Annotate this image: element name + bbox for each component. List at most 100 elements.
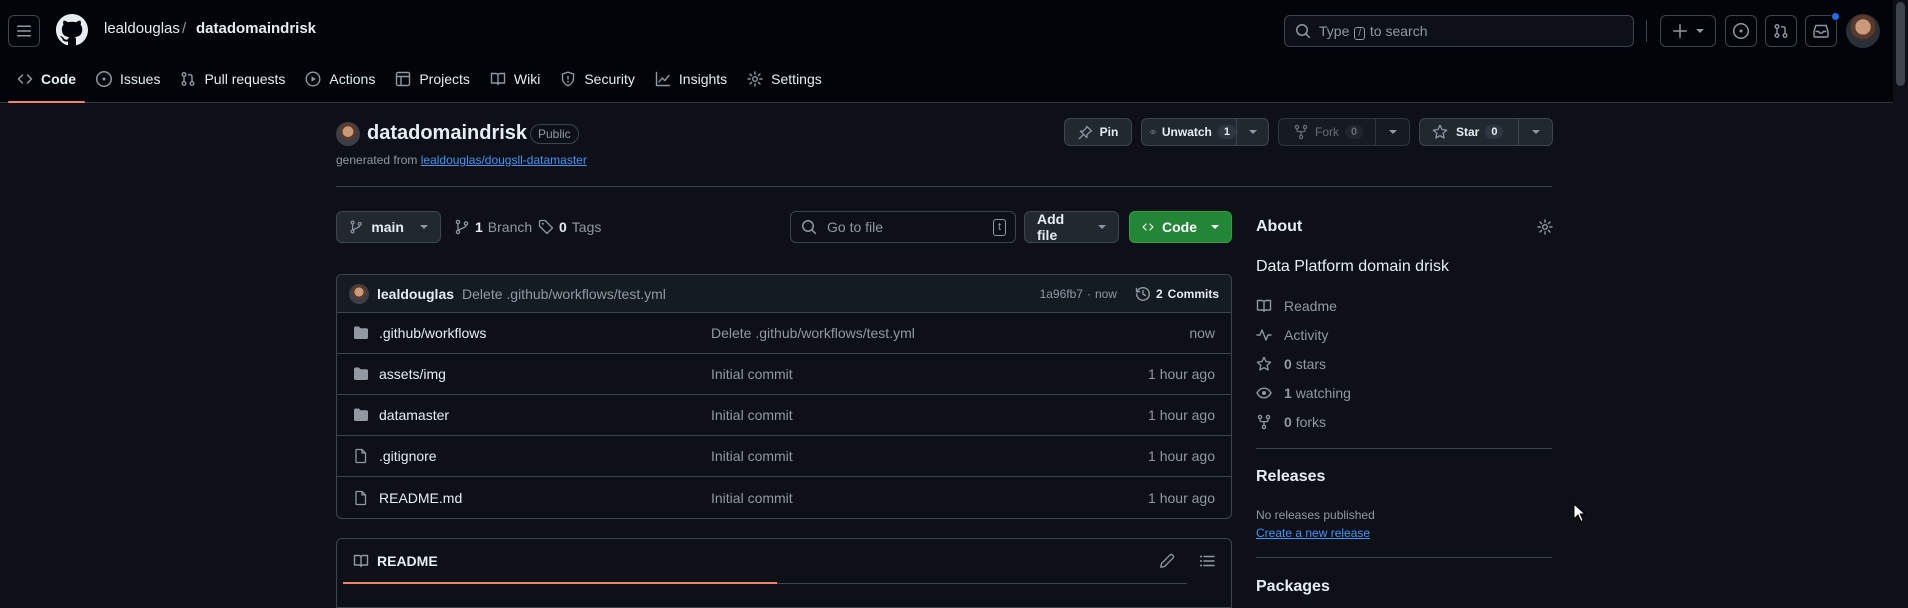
readme-tab[interactable]: README xyxy=(343,539,777,584)
stars-count: 0 xyxy=(1284,356,1292,372)
star-dropdown[interactable] xyxy=(1518,119,1552,145)
code-button[interactable]: Code xyxy=(1129,211,1232,243)
pull-request-icon xyxy=(1774,24,1788,38)
watch-dropdown[interactable] xyxy=(1236,119,1268,145)
star-button[interactable]: Star 0 xyxy=(1419,118,1553,146)
about-watching-link[interactable]: 1 watching xyxy=(1256,385,1351,401)
user-avatar[interactable] xyxy=(1846,14,1880,48)
about-settings-button[interactable] xyxy=(1537,219,1553,235)
folder-icon xyxy=(354,367,368,380)
file-name[interactable]: .github/workflows xyxy=(379,325,486,341)
about-stars-link[interactable]: 0 stars xyxy=(1256,356,1326,372)
fork-button[interactable]: Fork 0 xyxy=(1278,118,1410,146)
commits-count: 2 xyxy=(1155,286,1163,301)
about-forks-link[interactable]: 0 forks xyxy=(1256,414,1326,430)
branch-icon xyxy=(455,219,469,235)
watch-button[interactable]: Unwatch 1 xyxy=(1141,118,1269,146)
repo-tabs: Code Issues Pull requests Actions Projec… xyxy=(8,66,831,103)
file-commit-message[interactable]: Initial commit xyxy=(711,448,793,464)
tab-actions[interactable]: Actions xyxy=(296,66,384,92)
readme-title: README xyxy=(377,552,438,569)
star-label: Star xyxy=(1456,125,1480,139)
search-input[interactable]: Type / to search xyxy=(1284,15,1634,47)
file-age: now xyxy=(1189,325,1215,341)
file-row[interactable]: README.md Initial commit 1 hour ago xyxy=(337,477,1231,518)
scrollbar-thumb[interactable] xyxy=(1896,2,1905,86)
breadcrumb-owner[interactable]: lealdouglas xyxy=(104,20,180,37)
list-icon xyxy=(1200,555,1215,567)
book-icon xyxy=(353,554,369,567)
tab-issues[interactable]: Issues xyxy=(87,66,169,92)
commit-author-avatar[interactable] xyxy=(349,283,369,304)
about-readme-link[interactable]: Readme xyxy=(1256,298,1337,314)
pencil-icon xyxy=(1160,553,1175,568)
sidebar-divider xyxy=(1256,557,1552,558)
file-commit-message[interactable]: Initial commit xyxy=(711,366,793,382)
search-placeholder-start: Type xyxy=(1319,22,1350,39)
packages-heading[interactable]: Packages xyxy=(1256,578,1330,596)
about-activity-link[interactable]: Activity xyxy=(1256,327,1328,343)
page-scrollbar[interactable] xyxy=(1893,0,1908,596)
commit-author[interactable]: lealdouglas xyxy=(377,286,454,302)
edit-readme-button[interactable] xyxy=(1159,553,1175,569)
tab-insights[interactable]: Insights xyxy=(646,66,736,92)
file-age: 1 hour ago xyxy=(1148,489,1215,506)
header-divider xyxy=(1646,20,1647,42)
file-name[interactable]: datamaster xyxy=(379,407,449,423)
file-row[interactable]: assets/img Initial commit 1 hour ago xyxy=(337,354,1231,395)
tab-projects[interactable]: Projects xyxy=(386,66,479,92)
issues-button[interactable] xyxy=(1725,15,1757,47)
file-row[interactable]: .gitignore Initial commit 1 hour ago xyxy=(337,436,1231,477)
pull-request-icon xyxy=(181,72,195,86)
add-file-button[interactable]: Add file xyxy=(1024,211,1119,243)
inbox-button[interactable] xyxy=(1805,12,1840,47)
file-commit-message[interactable]: Initial commit xyxy=(711,407,793,423)
repo-name[interactable]: datadomaindrisk xyxy=(367,122,527,145)
commits-link[interactable]: 2 Commits xyxy=(1135,286,1219,302)
go-to-file-input[interactable]: Go to file t xyxy=(790,211,1016,243)
tab-wiki[interactable]: Wiki xyxy=(481,66,549,92)
tab-actions-label: Actions xyxy=(329,71,376,87)
file-name[interactable]: assets/img xyxy=(379,366,446,382)
pull-requests-button[interactable] xyxy=(1765,15,1797,47)
tags-link[interactable]: 0 Tags xyxy=(538,219,601,235)
fork-icon xyxy=(1257,414,1271,430)
fork-dropdown[interactable] xyxy=(1375,119,1409,145)
create-release-link[interactable]: Create a new release xyxy=(1256,526,1370,540)
chevron-down-icon xyxy=(1531,130,1540,134)
about-readme-label: Readme xyxy=(1284,298,1337,314)
tag-icon xyxy=(538,219,554,235)
file-commit-message[interactable]: Initial commit xyxy=(711,490,793,506)
file-row[interactable]: .github/workflows Delete .github/workflo… xyxy=(337,313,1231,354)
plus-icon xyxy=(1673,24,1687,38)
menu-button[interactable] xyxy=(8,15,40,47)
file-row[interactable]: datamaster Initial commit 1 hour ago xyxy=(337,395,1231,436)
template-link[interactable]: lealdouglas/dougsll-datamaster xyxy=(421,153,587,167)
tab-pull-requests[interactable]: Pull requests xyxy=(171,66,294,92)
commit-message[interactable]: Delete .github/workflows/test.yml xyxy=(462,286,666,302)
fork-label: Fork xyxy=(1315,125,1339,139)
file-name[interactable]: .gitignore xyxy=(379,448,437,464)
tab-code[interactable]: Code xyxy=(8,66,85,103)
tab-settings[interactable]: Settings xyxy=(738,66,831,92)
file-browser: lealdouglas Delete .github/workflows/tes… xyxy=(336,274,1232,519)
star-icon xyxy=(1432,124,1448,139)
file-commit-message[interactable]: Delete .github/workflows/test.yml xyxy=(711,325,915,341)
file-age: 1 hour ago xyxy=(1148,448,1215,464)
branches-link[interactable]: 1 Branch xyxy=(454,219,532,235)
tag-count-label: Tags xyxy=(571,219,602,235)
releases-heading[interactable]: Releases xyxy=(1256,468,1325,486)
breadcrumb-repo[interactable]: datadomaindrisk xyxy=(196,20,316,37)
github-logo-icon[interactable] xyxy=(56,14,88,46)
commit-hash[interactable]: 1a96fb7 xyxy=(1040,287,1083,301)
owner-avatar[interactable] xyxy=(336,122,360,146)
code-icon xyxy=(1142,223,1154,231)
latest-commit-bar: lealdouglas Delete .github/workflows/tes… xyxy=(337,275,1231,313)
branch-selector[interactable]: main xyxy=(336,211,441,243)
file-name[interactable]: README.md xyxy=(379,490,462,506)
pin-button[interactable]: Pin xyxy=(1064,118,1132,146)
tab-security[interactable]: Security xyxy=(551,66,644,92)
commit-time: now xyxy=(1094,286,1117,301)
create-new-button[interactable] xyxy=(1660,15,1716,47)
outline-button[interactable] xyxy=(1199,553,1215,569)
